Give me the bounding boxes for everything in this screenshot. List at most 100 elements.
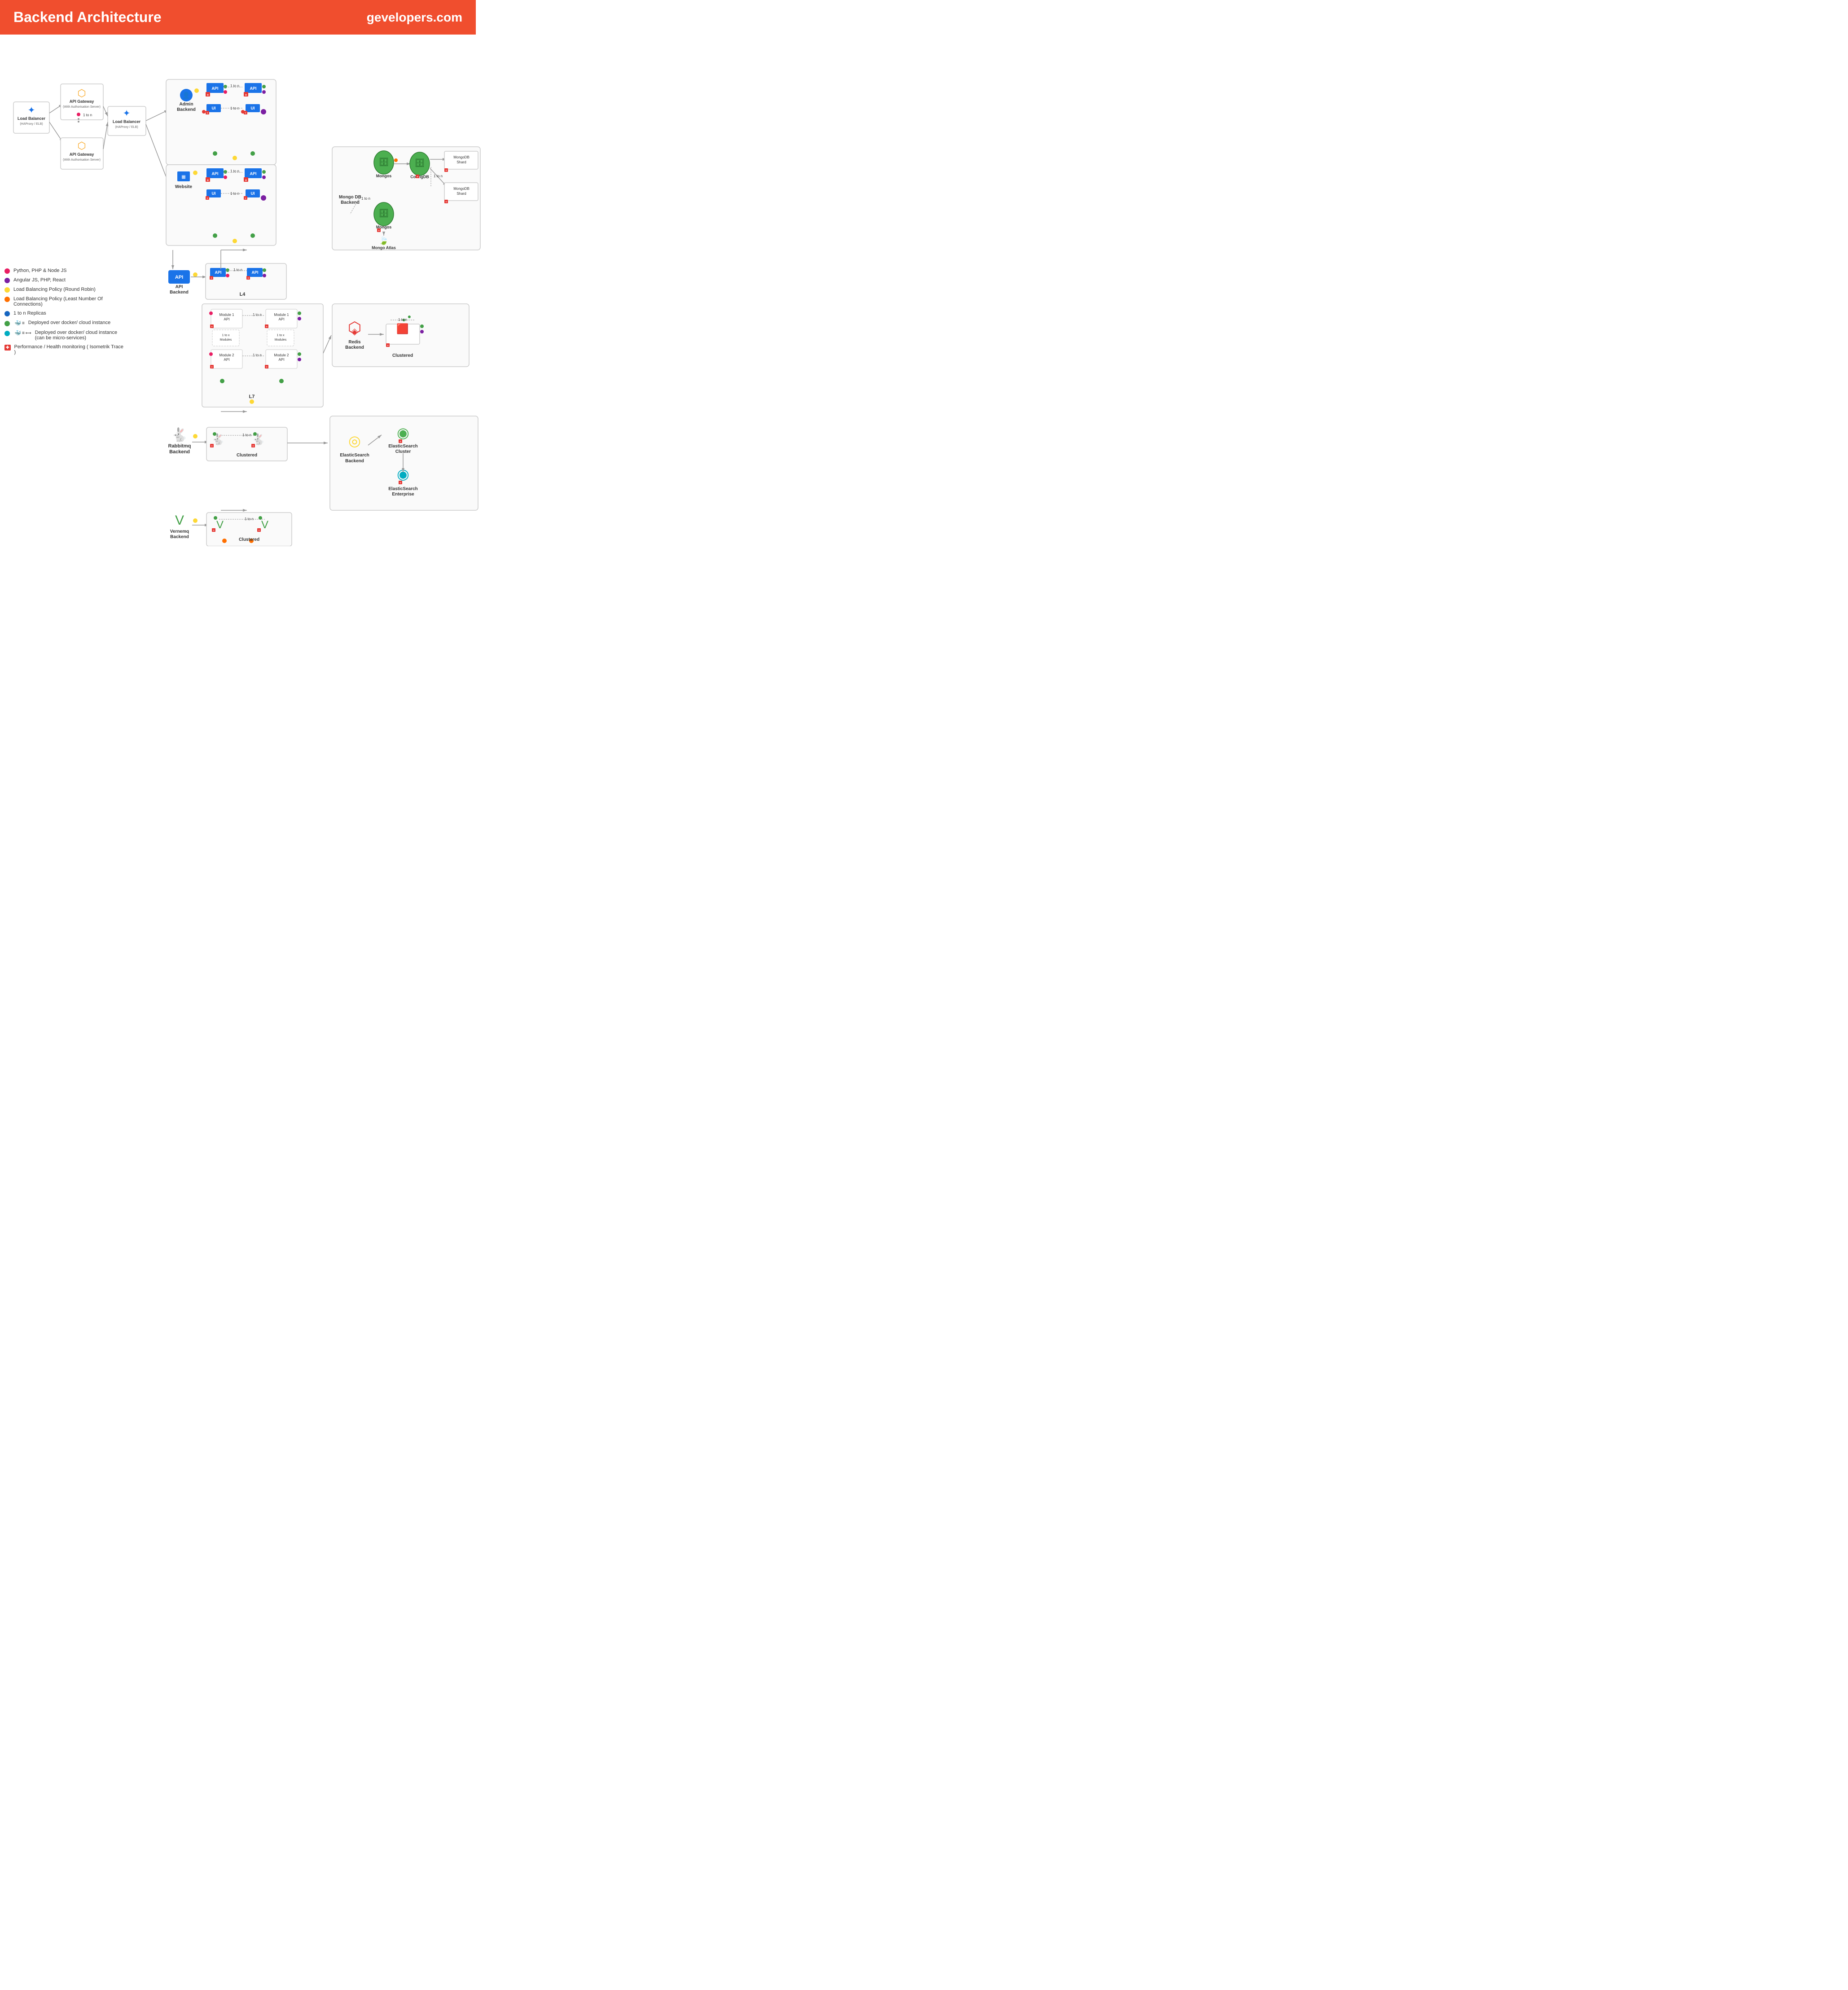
svg-text:+: +: [211, 366, 213, 369]
svg-text:API: API: [211, 86, 218, 91]
svg-text:1 to n: 1 to n: [83, 113, 92, 117]
legend-item-5: 1 to n Replicas: [4, 311, 126, 316]
svg-text:✦: ✦: [28, 105, 35, 115]
svg-text:+: +: [378, 229, 380, 232]
svg-text:Redis: Redis: [348, 340, 361, 345]
svg-text:ElasticSearch: ElasticSearch: [388, 444, 418, 449]
svg-text:+: +: [399, 440, 401, 443]
svg-text:API: API: [215, 270, 221, 275]
svg-text:1 to x: 1 to x: [277, 334, 285, 337]
svg-text:Vernemq: Vernemq: [170, 529, 189, 534]
svg-text:Backend: Backend: [170, 290, 189, 295]
svg-text:+: +: [245, 112, 246, 115]
svg-text:1 to n: 1 to n: [230, 169, 239, 173]
svg-text:🗄: 🗄: [379, 158, 389, 167]
svg-text:+: +: [445, 201, 447, 204]
svg-text:API: API: [224, 317, 230, 321]
legend-text-6: Deployed over docker/ cloud instance: [28, 320, 110, 325]
legend-item-1: Python, PHP & Node JS: [4, 268, 126, 274]
admin-icon: 👤: [180, 89, 193, 101]
main-content: Python, PHP & Node JS Angular JS, PHP, R…: [0, 35, 476, 557]
svg-text:+: +: [247, 277, 249, 280]
svg-text:Module 2: Module 2: [219, 353, 234, 357]
redis-backend-icon: ⬡ ◈: [348, 319, 362, 337]
site-label: gevelopers.com: [367, 10, 462, 25]
svg-text:API Gateway: API Gateway: [70, 99, 94, 104]
svg-text:🍃: 🍃: [379, 236, 389, 245]
svg-text:◎: ◎: [348, 433, 361, 449]
svg-text:(With Authorisation Server): (With Authorisation Server): [63, 105, 101, 109]
svg-text:Load Balancer: Load Balancer: [113, 119, 141, 124]
svg-text:+: +: [206, 197, 208, 200]
svg-text:1 to x: 1 to x: [222, 334, 230, 337]
svg-text:API: API: [211, 171, 218, 176]
api-gateway-top: ⬡ API Gateway (With Authorisation Server…: [61, 84, 103, 123]
svg-text:⬡: ⬡: [77, 140, 86, 151]
api-backend-section: API API Backend: [168, 270, 190, 295]
svg-text:+: +: [211, 445, 213, 448]
svg-text:UI: UI: [251, 106, 255, 110]
page-header: Backend Architecture gevelopers.com: [0, 0, 476, 35]
legend-item-2: Angular JS, PHP, React: [4, 277, 126, 283]
svg-text:1 to n: 1 to n: [253, 353, 262, 357]
legend-icon-group-7: 🐳 ≡ ⟷: [4, 330, 31, 336]
svg-text:+: +: [207, 93, 209, 97]
svg-text:⬡: ⬡: [77, 88, 86, 99]
svg-text:Backend: Backend: [345, 459, 364, 464]
svg-text:Mongo DB: Mongo DB: [339, 195, 361, 200]
svg-text:Clustered: Clustered: [239, 537, 259, 542]
svg-text:▦: ▦: [181, 175, 185, 180]
svg-text:MongoDB: MongoDB: [453, 187, 470, 191]
svg-text:API: API: [250, 86, 256, 91]
svg-text:API: API: [279, 317, 285, 321]
admin-backend-label: Admin: [179, 102, 193, 107]
svg-text:L4: L4: [240, 292, 246, 297]
svg-text:+: +: [245, 178, 247, 182]
svg-text:👤: 👤: [182, 92, 190, 99]
legend-text-2: Angular JS, PHP, React: [13, 277, 66, 283]
svg-text:V: V: [175, 513, 184, 528]
legend-icon-red-cross: ✚: [4, 345, 11, 351]
svg-text:Clustered: Clustered: [392, 353, 413, 358]
svg-text:UI: UI: [251, 191, 255, 196]
svg-text:Backend: Backend: [345, 345, 364, 350]
svg-text:L7: L7: [249, 394, 255, 399]
svg-text:Shard: Shard: [457, 160, 466, 164]
svg-text:+: +: [417, 175, 418, 179]
mongos-bottom-icon: 🗄: [374, 202, 394, 226]
svg-text:🗄: 🗄: [379, 209, 389, 218]
svg-text:API: API: [224, 358, 230, 362]
configdb-icon: 🗄: [410, 152, 430, 175]
rabbitmq-backend-section: Rabbitmq Backend 🐇: [168, 427, 198, 455]
svg-text:+: +: [445, 169, 447, 172]
legend-dot-yellow: [4, 287, 10, 293]
svg-text:V: V: [216, 519, 224, 531]
legend-item-4: Load Balancing Policy (Least Number Of C…: [4, 296, 126, 307]
svg-text:Module 1: Module 1: [219, 313, 234, 317]
svg-text:(HAProxy / ELB): (HAProxy / ELB): [115, 126, 138, 129]
legend: Python, PHP & Node JS Angular JS, PHP, R…: [4, 268, 126, 359]
svg-text:1 to n: 1 to n: [253, 313, 262, 317]
svg-text:+: +: [266, 366, 268, 369]
svg-text:Mongo Atlas: Mongo Atlas: [372, 245, 396, 250]
svg-text:1 to n: 1 to n: [434, 174, 443, 178]
legend-text-8: Performance / Health monitoring ( Isomet…: [14, 344, 126, 355]
svg-text:V: V: [261, 519, 268, 531]
svg-text:+: +: [245, 197, 246, 200]
svg-text:Backend: Backend: [169, 449, 190, 455]
load-balancer-2: ✦ Load Balancer (HAProxy / ELB): [108, 106, 146, 136]
legend-dot-blue: [4, 311, 10, 316]
svg-text:+: +: [211, 325, 213, 329]
svg-text:UI: UI: [212, 106, 216, 110]
svg-text:API: API: [279, 358, 285, 362]
legend-dot-pink: [4, 268, 10, 274]
svg-text:🟥: 🟥: [396, 323, 408, 334]
legend-item-3: Load Balancing Policy (Round Robin): [4, 287, 126, 293]
svg-text:+: +: [387, 344, 389, 347]
svg-text:1 to n: 1 to n: [233, 268, 242, 272]
legend-item-8: ✚ Performance / Health monitoring ( Isom…: [4, 344, 126, 355]
svg-text:✦: ✦: [123, 109, 131, 118]
svg-text:●: ●: [408, 313, 411, 320]
svg-text:Modules: Modules: [220, 338, 232, 342]
svg-text:Enterprise: Enterprise: [392, 492, 414, 497]
